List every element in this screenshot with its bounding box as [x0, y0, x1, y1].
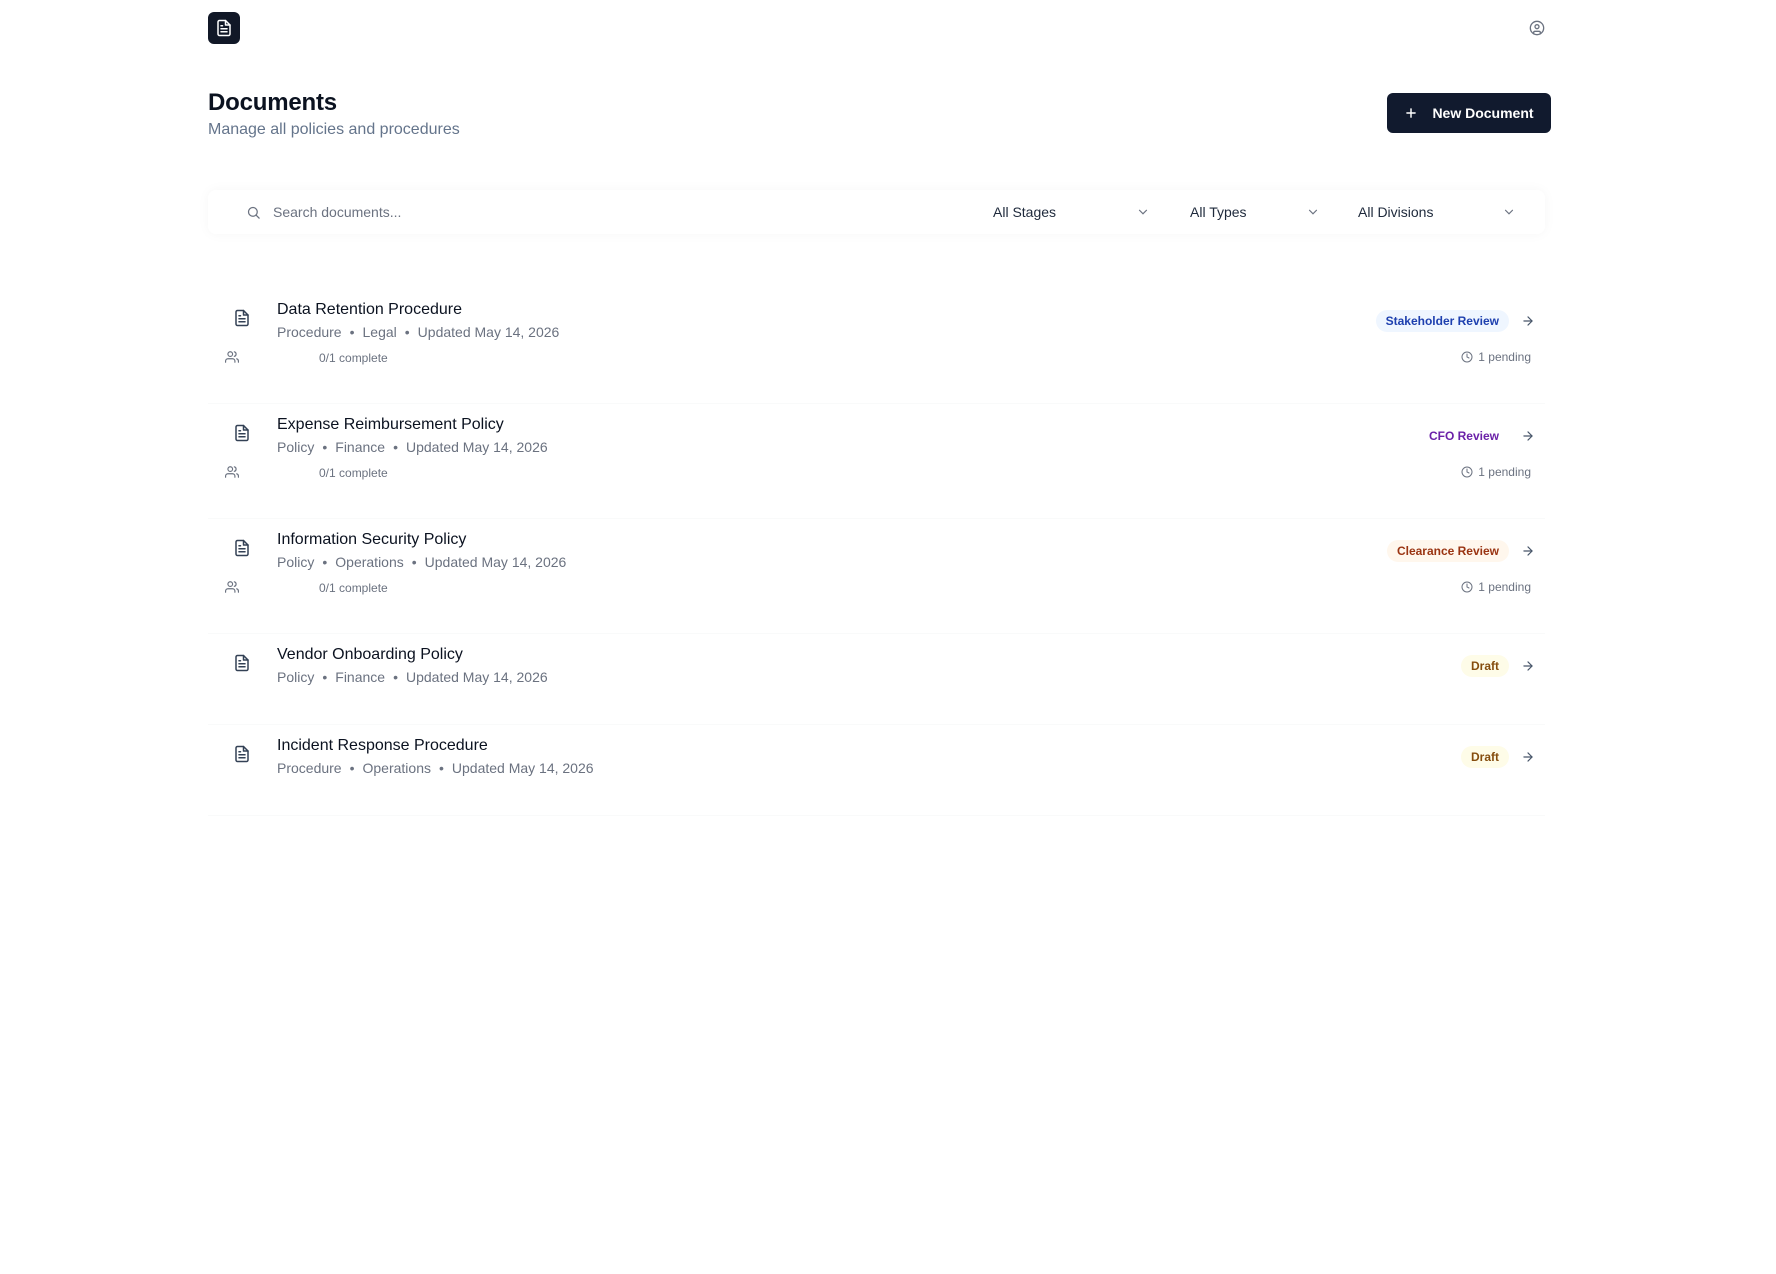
status-badge: Stakeholder Review	[1375, 310, 1509, 332]
approval-progress: 0/1 complete	[319, 351, 388, 365]
document-updated: Updated May 14, 2026	[405, 439, 548, 455]
arrow-right-icon[interactable]	[1521, 659, 1535, 673]
document-meta: Procedure • Legal • Updated May 14, 2026	[277, 324, 559, 340]
clock-icon	[1461, 466, 1473, 478]
division-filter-value: All Divisions	[1358, 204, 1434, 220]
arrow-right-icon[interactable]	[1521, 544, 1535, 558]
clock-icon	[1461, 581, 1473, 593]
pending-text: 1 pending	[1478, 580, 1531, 594]
separator-dot: •	[438, 760, 444, 776]
arrow-right-icon[interactable]	[1521, 314, 1535, 328]
separator-dot: •	[322, 554, 328, 570]
document-row[interactable]: Expense Reimbursement Policy Policy • Fina…	[208, 403, 1545, 518]
new-document-button[interactable]: New Document	[1387, 93, 1551, 133]
document-title[interactable]: Expense Reimbursement Policy	[277, 416, 504, 434]
app-logo[interactable]	[208, 12, 240, 44]
plus-icon	[1404, 106, 1418, 120]
document-title[interactable]: Information Security Policy	[277, 531, 466, 549]
approval-progress: 0/1 complete	[319, 581, 388, 595]
document-type: Policy	[277, 554, 315, 570]
top-bar	[208, 12, 1545, 44]
account-button[interactable]	[1529, 20, 1545, 36]
document-title[interactable]: Data Retention Procedure	[277, 301, 462, 319]
document-row[interactable]: Information Security Policy Policy • Opera…	[208, 518, 1545, 633]
stage-filter-value: All Stages	[993, 204, 1057, 220]
document-title[interactable]: Vendor Onboarding Policy	[277, 646, 463, 664]
document-division: Finance	[335, 669, 386, 685]
search-box	[246, 202, 846, 222]
document-row[interactable]: Data Retention Procedure Procedure • Legal…	[208, 288, 1545, 403]
document-type: Procedure	[277, 324, 342, 340]
pending-text: 1 pending	[1478, 350, 1531, 364]
document-meta: Policy • Operations • Updated May 14, 2026	[277, 554, 566, 570]
page-title: Documents	[208, 89, 337, 116]
document-list: Data Retention Procedure Procedure • Legal…	[208, 288, 1545, 815]
chevron-down-icon	[1504, 209, 1514, 215]
users-icon	[225, 466, 239, 478]
status-badge: Draft	[1460, 655, 1509, 677]
page-header: Documents Manage all policies and proced…	[208, 88, 1551, 148]
status-badge: CFO Review	[1418, 425, 1509, 447]
separator-dot: •	[349, 760, 355, 776]
document-meta: Procedure • Operations • Updated May 14, 202…	[277, 760, 594, 776]
document-row[interactable]: Vendor Onboarding Policy Policy • Finance •…	[208, 633, 1545, 724]
document-updated: Updated May 14, 2026	[417, 324, 560, 340]
chevron-down-icon	[1308, 209, 1318, 215]
document-row[interactable]: Incident Response Procedure Procedure • Op…	[208, 724, 1545, 815]
pending-count: 1 pending	[1461, 350, 1531, 364]
document-division: Legal	[362, 324, 397, 340]
pending-text: 1 pending	[1478, 465, 1531, 479]
document-meta: Policy • Finance • Updated May 14, 2026	[277, 669, 548, 685]
approval-progress: 0/1 complete	[319, 466, 388, 480]
document-icon	[217, 19, 231, 37]
separator-dot: •	[393, 669, 398, 685]
chevron-down-icon	[1138, 209, 1148, 215]
separator-dot: •	[349, 324, 355, 340]
document-updated: Updated May 14, 2026	[451, 760, 594, 776]
document-type: Procedure	[277, 760, 342, 776]
documents-page: Documents Manage all policies and proced…	[0, 0, 1776, 1274]
file-text-icon	[235, 424, 249, 442]
search-input[interactable]	[273, 204, 833, 220]
status-badge: Clearance Review	[1386, 540, 1509, 562]
document-type: Policy	[277, 439, 315, 455]
user-circle-icon	[1529, 20, 1545, 36]
status-badge: Draft	[1460, 746, 1509, 768]
file-text-icon	[235, 745, 249, 763]
stage-filter-select[interactable]: All Stages	[993, 202, 1150, 222]
document-updated: Updated May 14, 2026	[405, 669, 548, 685]
arrow-right-icon[interactable]	[1521, 750, 1535, 764]
document-meta: Policy • Finance • Updated May 14, 2026	[277, 439, 548, 455]
file-text-icon	[235, 539, 249, 557]
new-document-label: New Document	[1432, 105, 1534, 121]
file-text-icon	[235, 654, 249, 672]
document-title[interactable]: Incident Response Procedure	[277, 737, 488, 755]
document-division: Operations	[362, 760, 431, 776]
users-icon	[225, 581, 239, 593]
separator-dot: •	[322, 439, 328, 455]
pending-count: 1 pending	[1461, 465, 1531, 479]
separator-dot: •	[404, 324, 410, 340]
type-filter-value: All Types	[1190, 204, 1247, 220]
filter-bar: All Stages All Types All Divisions	[208, 190, 1545, 234]
type-filter-select[interactable]: All Types	[1190, 202, 1320, 222]
users-icon	[225, 351, 239, 363]
clock-icon	[1461, 351, 1473, 363]
document-updated: Updated May 14, 2026	[424, 554, 567, 570]
document-division: Operations	[335, 554, 404, 570]
document-type: Policy	[277, 669, 315, 685]
pending-count: 1 pending	[1461, 580, 1531, 594]
separator-dot: •	[322, 669, 328, 685]
file-text-icon	[235, 309, 249, 327]
document-division: Finance	[335, 439, 386, 455]
separator-dot: •	[411, 554, 417, 570]
arrow-right-icon[interactable]	[1521, 429, 1535, 443]
search-icon	[247, 206, 260, 219]
separator-dot: •	[393, 439, 398, 455]
page-subtitle: Manage all policies and procedures	[208, 121, 460, 138]
division-filter-select[interactable]: All Divisions	[1358, 202, 1516, 222]
